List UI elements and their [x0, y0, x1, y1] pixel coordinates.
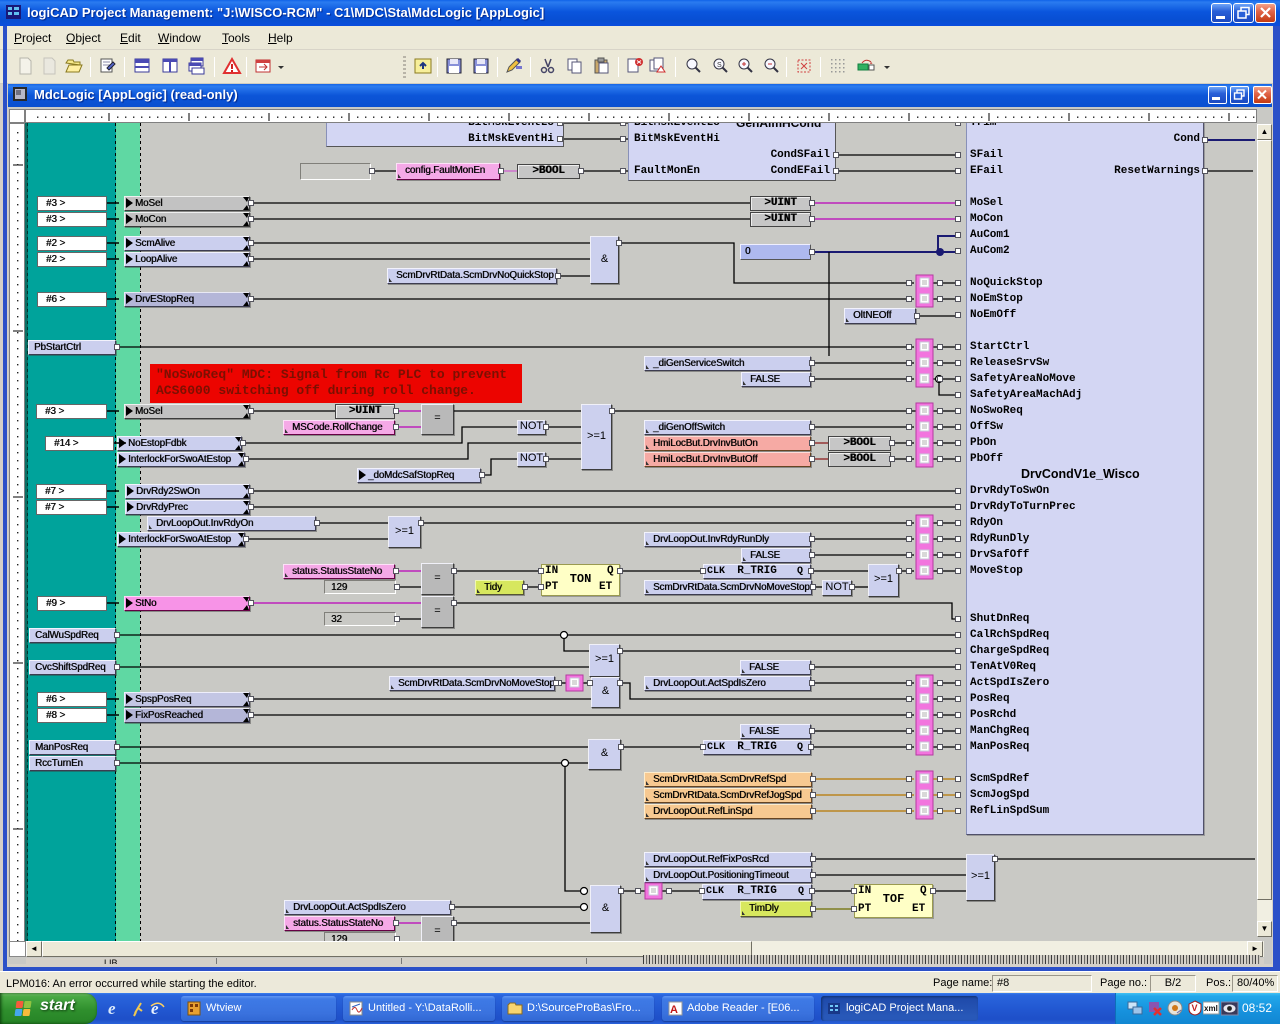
svg-text:e: e — [151, 999, 159, 1018]
svg-text:xml: xml — [1204, 1004, 1218, 1013]
svg-text:V: V — [1192, 1003, 1198, 1013]
svg-text:S: S — [717, 62, 722, 69]
svg-text:A: A — [670, 1004, 678, 1016]
svg-text:e: e — [108, 999, 116, 1018]
